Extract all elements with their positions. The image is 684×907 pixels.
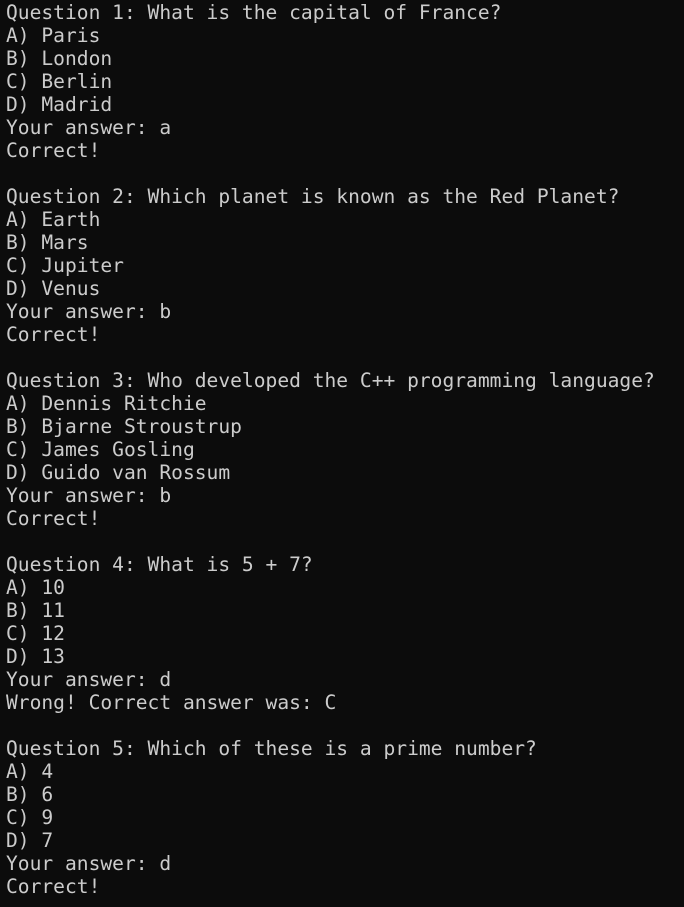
user-answer: Your answer: a bbox=[6, 116, 172, 139]
result-text: Correct! bbox=[6, 139, 101, 162]
user-answer: Your answer: b bbox=[6, 300, 172, 323]
question-block-1: Question 1: What is the capital of Franc… bbox=[6, 1, 684, 162]
option-d: D) 7 bbox=[6, 829, 54, 852]
option-b: B) 6 bbox=[6, 783, 54, 806]
question-block-2: Question 2: Which planet is known as the… bbox=[6, 185, 684, 346]
option-a: A) Dennis Ritchie bbox=[6, 392, 207, 415]
user-answer: Your answer: b bbox=[6, 484, 172, 507]
option-a: A) Paris bbox=[6, 24, 101, 47]
console-output: Question 1: What is the capital of Franc… bbox=[0, 0, 684, 907]
question-text: Question 2: Which planet is known as the… bbox=[6, 185, 620, 208]
question-text: Question 4: What is 5 + 7? bbox=[6, 553, 313, 576]
option-b: B) London bbox=[6, 47, 113, 70]
option-b: B) 11 bbox=[6, 599, 65, 622]
option-c: C) Jupiter bbox=[6, 254, 124, 277]
question-block-5: Question 5: Which of these is a prime nu… bbox=[6, 737, 684, 898]
user-answer: Your answer: d bbox=[6, 668, 172, 691]
option-b: B) Mars bbox=[6, 231, 89, 254]
option-c: C) James Gosling bbox=[6, 438, 195, 461]
result-text: Correct! bbox=[6, 875, 101, 898]
option-c: C) 9 bbox=[6, 806, 54, 829]
option-d: D) Venus bbox=[6, 277, 101, 300]
option-b: B) Bjarne Stroustrup bbox=[6, 415, 242, 438]
result-text: Wrong! Correct answer was: C bbox=[6, 691, 337, 714]
result-text: Correct! bbox=[6, 507, 101, 530]
option-c: C) Berlin bbox=[6, 70, 113, 93]
question-text: Question 1: What is the capital of Franc… bbox=[6, 1, 502, 24]
question-text: Question 3: Who developed the C++ progra… bbox=[6, 369, 655, 392]
option-d: D) Madrid bbox=[6, 93, 113, 116]
option-a: A) Earth bbox=[6, 208, 101, 231]
user-answer: Your answer: d bbox=[6, 852, 172, 875]
result-text: Correct! bbox=[6, 323, 101, 346]
question-block-4: Question 4: What is 5 + 7? A) 10 B) 11 C… bbox=[6, 553, 684, 714]
question-text: Question 5: Which of these is a prime nu… bbox=[6, 737, 537, 760]
option-a: A) 4 bbox=[6, 760, 54, 783]
option-c: C) 12 bbox=[6, 622, 65, 645]
option-d: D) 13 bbox=[6, 645, 65, 668]
option-a: A) 10 bbox=[6, 576, 65, 599]
question-block-3: Question 3: Who developed the C++ progra… bbox=[6, 369, 684, 530]
option-d: D) Guido van Rossum bbox=[6, 461, 231, 484]
